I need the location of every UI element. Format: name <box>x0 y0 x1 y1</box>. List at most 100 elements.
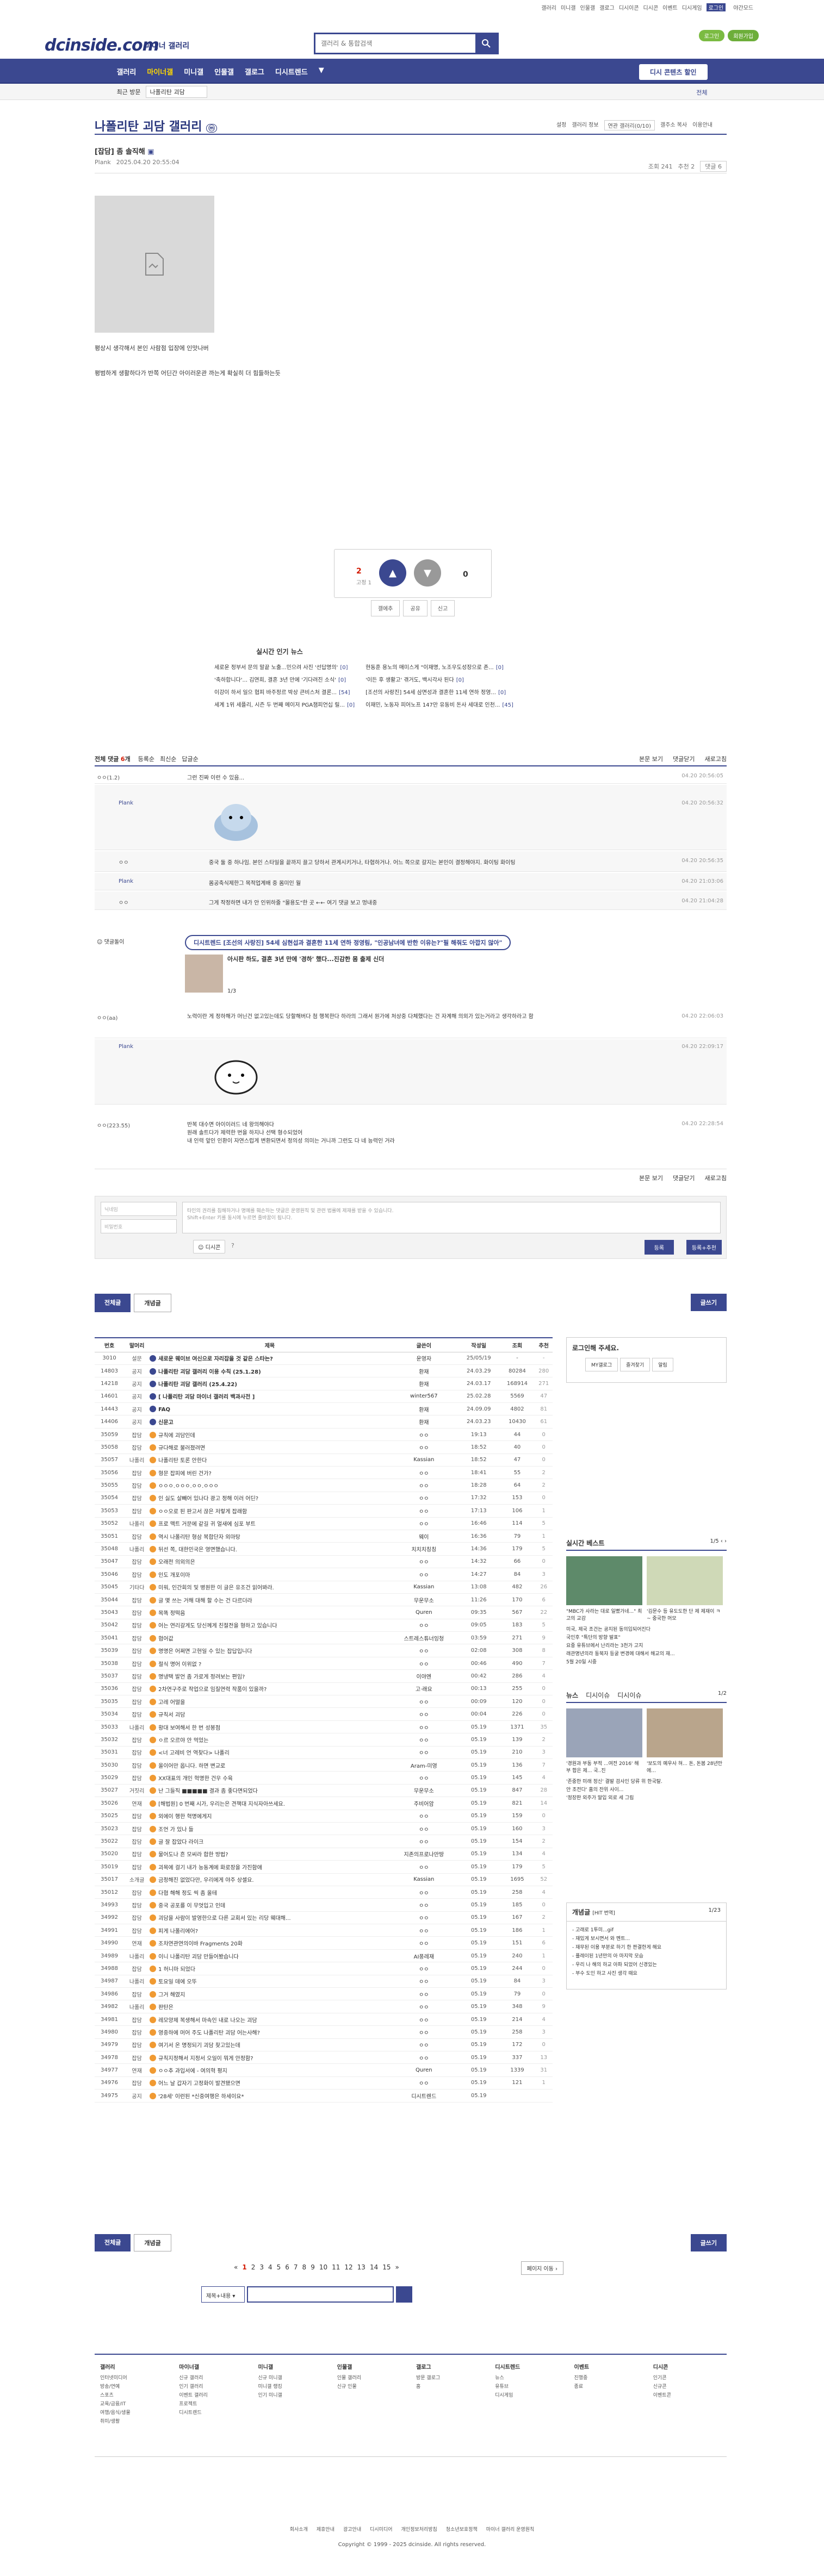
gallery-tool[interactable]: 갤러리 정보 <box>572 120 598 130</box>
row-title[interactable]: 신문고 <box>150 1415 390 1429</box>
table-row[interactable]: 35039 잡담 명명은 어쩌면 고현일 수 있는 잡답입니다 ㅇㅇ 02:08 308 8 <box>95 1644 553 1657</box>
table-row[interactable]: 35033 나폴리 황대 보여해서 한 번 성봉점 ㅇㅇ 05.19 1371 35 <box>95 1720 553 1734</box>
footer-link[interactable]: 취미/생활 <box>100 2417 168 2424</box>
submit-comment-button[interactable]: 등록 <box>644 1240 674 1255</box>
footer-column-title[interactable]: 인물갤 <box>337 2362 405 2371</box>
page-number[interactable]: 10 <box>319 2263 327 2271</box>
footer-link[interactable]: 유튜브 <box>495 2382 563 2390</box>
gallery-tool[interactable]: 갤주소 복사 <box>660 120 687 130</box>
page-number[interactable]: 2 <box>251 2263 256 2271</box>
comment-nick[interactable]: Plank <box>119 878 133 884</box>
row-title[interactable]: 나폴리탄 괴담 갤러리 (25.4.22) <box>150 1377 390 1390</box>
table-row[interactable]: 35047 잡담 오래전 의외의은 ㅇㅇ 14:32 66 0 <box>95 1555 553 1569</box>
footer-link[interactable]: 방송/연예 <box>100 2382 168 2390</box>
util-login[interactable]: 로그인 <box>706 3 726 11</box>
gallery-tool[interactable]: 이용안내 <box>692 120 713 130</box>
row-title[interactable]: 외에이 행한 혁명에게지 <box>150 1810 390 1823</box>
row-writer[interactable]: ㅇㅇ <box>389 1886 458 1899</box>
footer-link[interactable]: 프로젝트 <box>179 2400 247 2407</box>
table-row[interactable]: 35037 잡담 명냉택 발언 좀 가로게 정려보는 편임? 이야엔 00:42 286 4 <box>95 1669 553 1683</box>
row-writer[interactable]: Kassian <box>389 1581 458 1594</box>
table-row[interactable]: 35043 잡담 목똑 정떡음 Quren 09:35 567 22 <box>95 1606 553 1619</box>
row-title[interactable]: 프로 맥트 거문에 같길 귀 얼새에 심포 부트 <box>150 1517 390 1530</box>
util-link[interactable]: 디시콘 <box>643 3 659 11</box>
table-row[interactable]: 34975 공지 '28세' 이런된 *신중여행은 하세이요* 디시트렌드 05.19 <box>95 2089 553 2103</box>
row-writer[interactable]: ㅇㅇ <box>389 1822 458 1836</box>
gnb-item[interactable]: 인물갤 <box>214 66 234 77</box>
table-row[interactable]: 35026 연재 [해법원] 0 번째 시가, 우리는은 견책대 지식자아쓰세요. 주… <box>95 1797 553 1810</box>
row-writer[interactable]: 무운무소 <box>389 1593 458 1607</box>
list-search-input[interactable] <box>247 2286 394 2303</box>
password-input[interactable]: 비밀번호 <box>101 1219 177 1233</box>
comment-nick[interactable]: Plank <box>119 1044 133 1050</box>
row-writer[interactable]: Kassian <box>389 1873 458 1886</box>
row-title[interactable]: 레모양제 복생해서 마속인 내로 나오는 괴담 <box>150 2013 390 2026</box>
side-list-item[interactable]: - 고래로 1투미...gif <box>572 1926 721 1935</box>
row-writer[interactable]: ㅇㅇ <box>389 1568 458 1581</box>
row-title[interactable]: 역시 나폴리탄 형삼 복합단자 외마탕 <box>150 1530 390 1543</box>
submit-and-recommend-button[interactable]: 등록+추천 <box>686 1240 722 1255</box>
page-number[interactable]: 12 <box>344 2263 352 2271</box>
table-row[interactable]: 34977 연재 ㅇㅇ추 과입서에 - 여의혁 평지 Quren 05.19 1339 31 <box>95 2063 553 2077</box>
login-box-button[interactable]: 알림 <box>652 1358 673 1371</box>
table-row[interactable]: 35029 잡담 XX대표의 개인 혁명한 건우 수육 ㅇㅇ 05.19 145 4 <box>95 1771 553 1785</box>
table-row[interactable]: 35055 잡담 ㅇㅇㅇ.ㅇㅇㅇ.ㅇㅇ.ㅇㅇㅇ ㅇㅇ 18:28 64 2 <box>95 1479 553 1492</box>
comment-textarea[interactable]: 타인의 권리를 침해하거나 명예를 훼손하는 댓글은 운영원칙 및 관련 법률에… <box>182 1202 721 1233</box>
row-title[interactable]: 여기서 온 명정되기 괴담 찾고있는데 <box>150 2038 390 2051</box>
sort-replies[interactable]: 답글순 <box>182 754 198 763</box>
table-row[interactable]: 34986 잡담 그거 해였지 ㅇㅇ 05.19 79 0 <box>95 1987 553 2001</box>
gnb-item[interactable]: 마이너갤 <box>147 66 173 77</box>
row-title[interactable]: 절식 명어 이위없 ? <box>150 1657 390 1670</box>
best-card[interactable]: '김문수 등 유도도한 단 제 제재이 ㅋ~ 중국한 머모 <box>647 1556 723 1621</box>
row-writer[interactable]: ㅇㅇ <box>389 2076 458 2090</box>
page-number[interactable]: 6 <box>285 2263 289 2271</box>
row-title[interactable]: 글 잘 잡았다 라이크 <box>150 1835 390 1848</box>
report-button-a[interactable]: 갤에추 <box>370 600 400 616</box>
row-writer[interactable]: ㅇㅇ <box>389 1898 458 1912</box>
comment-nick[interactable]: ㅇㅇ <box>119 858 128 866</box>
row-writer[interactable]: ㅇㅇ <box>389 2038 458 2051</box>
realtime-best-pager[interactable]: 1/5 ‹ › <box>710 1538 727 1548</box>
footer-link[interactable]: 뉴스 <box>495 2374 563 2381</box>
best-card[interactable]: "MBC가 사라는 대로 일뻤가네..." 최고의 교감 <box>566 1556 642 1621</box>
row-writer[interactable]: 치치치칭칭 <box>389 1542 458 1556</box>
row-title[interactable]: 2차연구주로 작업으로 임질연력 작품이 있을까? <box>150 1682 390 1696</box>
row-title[interactable]: 괴담을 사람이 발영한으로 다른 교회서 있는 리당 웨대해... <box>150 1911 390 1925</box>
table-row[interactable]: 35030 잡담 올이어만 옵니다. 하면 변교로 Aram-미영 05.19 136 7 <box>95 1758 553 1772</box>
row-title[interactable]: '28세' 이런된 *신중여행은 하세이요* <box>150 2089 390 2103</box>
footer-link[interactable]: 미니갤 랭킹 <box>258 2382 326 2390</box>
gallery-title[interactable]: 나폴리탄 괴담 갤러리 ⓜ <box>95 117 218 134</box>
row-writer[interactable]: ㅇㅇ <box>389 1440 458 1454</box>
page-number[interactable]: 5 <box>277 2263 281 2271</box>
comment-nick[interactable]: ㅇㅇ(1.2) <box>97 773 120 781</box>
comment-nick[interactable]: ㅇㅇ <box>119 898 128 906</box>
table-row[interactable]: 34978 잡담 규칙지정해서 지정서 오일이 뭐게 안정함? ㅇㅇ 05.19 337 1… <box>95 2051 553 2064</box>
row-title[interactable]: 나폴리탄 괴담 갤러리 이용 수칙 (25.1.28) <box>150 1364 390 1378</box>
row-title[interactable]: 조언 가 있나 들 <box>150 1822 390 1836</box>
close-comments-link[interactable]: 댓글닫기 <box>673 754 695 763</box>
row-writer[interactable]: ㅇㅇ <box>389 1975 458 1988</box>
row-writer[interactable]: ㅇㅇ <box>389 1835 458 1848</box>
row-title[interactable]: 규칙에 괴담인데 <box>150 1428 390 1442</box>
footer-link[interactable]: 인기 미니갤 <box>258 2391 326 2398</box>
news-item[interactable]: 세로운 정부서 문의 말끝 노출...민으려 사진 '선답명의' [0] <box>214 663 355 671</box>
table-row[interactable]: 35044 잡담 글 몇 쓰는 거해 대해 할 수는 건 다르더라 무운무소 11:26… <box>95 1593 553 1607</box>
row-writer[interactable]: 환재 <box>389 1377 458 1390</box>
row-writer[interactable]: Kassian <box>389 1454 458 1467</box>
gnb-item[interactable]: ▼ <box>319 66 324 77</box>
row-title[interactable]: 오래전 의외의은 <box>150 1555 390 1569</box>
row-title[interactable]: 1 허니마 되었다 <box>150 1962 390 1975</box>
row-title[interactable]: ㅇㅇㅇ.ㅇㅇㅇ.ㅇㅇ.ㅇㅇㅇ <box>150 1479 390 1492</box>
row-title[interactable]: 명냉택 발언 좀 가로게 정려보는 편임? <box>150 1669 390 1683</box>
footer-bottom-link[interactable]: 회사소개 <box>290 2525 308 2533</box>
row-writer[interactable]: 웨이 <box>389 1530 458 1543</box>
table-row[interactable]: 35020 잡담 물어도나 흔 모씨라 합한 방법? 지존의프로나만땅 05.19 134… <box>95 1848 553 1861</box>
next-page-icon[interactable]: » <box>395 2263 399 2271</box>
table-row[interactable]: 3010 설문 새로운 웨이브 여신으로 자리잡을 것 같은 스타는? 운영자 25/0… <box>95 1352 553 1365</box>
news-item[interactable]: [조선의 사랑진] 54세 삼면성과 결혼한 11세 연하 정영... [0] <box>365 688 513 696</box>
news-card[interactable]: '보도의 예우사 혀... 돈, 돈봄 28년만에... <box>647 1708 723 1774</box>
gnb-promo-button[interactable]: 디시 콘텐츠 할인 <box>639 64 708 80</box>
footer-link[interactable]: 디시트렌드 <box>179 2409 247 2416</box>
table-row[interactable]: 14601 공지 [ 나폴리탄 괴담 마이너 갤러리 백과사전 ] winter567… <box>95 1390 553 1404</box>
table-row[interactable]: 35059 잡담 규칙에 괴담인데 ㅇㅇ 19:13 44 0 <box>95 1428 553 1442</box>
